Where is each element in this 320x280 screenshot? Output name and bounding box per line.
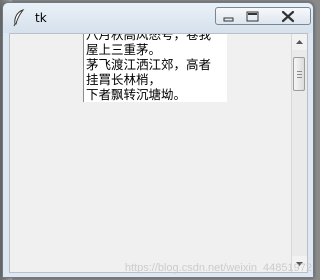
watermark-text: https://blog.csdn.net/weixin_44851972	[124, 262, 312, 274]
vertical-scrollbar[interactable]	[291, 34, 307, 272]
poem-text-widget[interactable]: 八月秋高风怒号，卷我 屋上三重茅。 茅飞渡江洒江郊，高者 挂罥长林梢， 下者飘转…	[83, 34, 227, 102]
grip-line	[297, 77, 302, 78]
maximize-button[interactable]	[240, 7, 266, 25]
maximize-icon	[246, 11, 259, 22]
chevron-up-icon	[296, 40, 303, 44]
text-line: 屋上三重茅。	[86, 42, 162, 57]
scroll-thumb[interactable]	[293, 57, 305, 91]
tk-window: tk 八月秋高风怒号，卷我 屋上三重茅。 茅飞渡江洒江郊，高者 挂罥长林梢， 下…	[2, 2, 314, 278]
minimize-button[interactable]	[215, 7, 241, 25]
text-line: 下者飘转沉塘坳。	[86, 87, 187, 102]
title-bar[interactable]: tk	[3, 3, 313, 33]
close-icon	[281, 10, 295, 23]
poem-text: 八月秋高风怒号，卷我 屋上三重茅。 茅飞渡江洒江郊，高者 挂罥长林梢， 下者飘转…	[84, 34, 227, 102]
close-button[interactable]	[265, 7, 311, 25]
text-line: 挂罥长林梢，	[86, 72, 162, 87]
feather-icon[interactable]	[11, 9, 27, 27]
scroll-up-button[interactable]	[292, 34, 307, 50]
window-client-area: 八月秋高风怒号，卷我 屋上三重茅。 茅飞渡江洒江郊，高者 挂罥长林梢， 下者飘转…	[9, 33, 308, 273]
grip-line	[297, 71, 302, 72]
window-title: tk	[35, 11, 47, 25]
text-line: 八月秋高风怒号，卷我	[86, 34, 212, 42]
grip-line	[297, 74, 302, 75]
minimize-icon	[223, 17, 234, 22]
text-line: 茅飞渡江洒江郊，高者	[86, 57, 212, 72]
